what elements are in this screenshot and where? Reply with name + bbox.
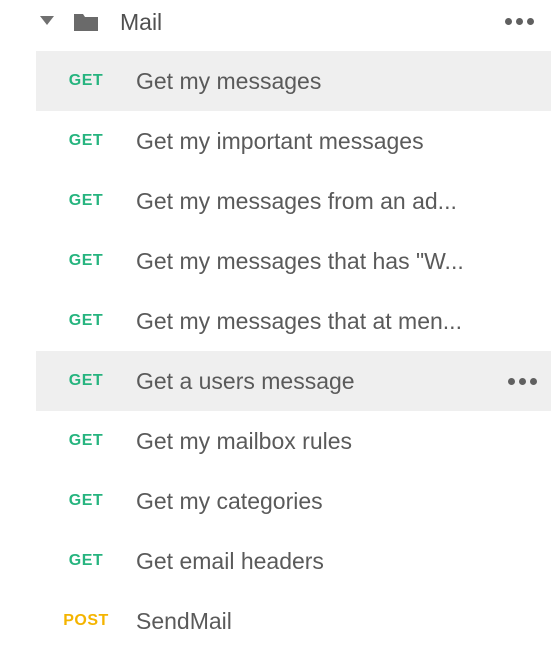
request-item-get-my-messages-that-has[interactable]: GET Get my messages that has "W... bbox=[36, 231, 551, 291]
method-badge: GET bbox=[68, 312, 104, 329]
method-badge: GET bbox=[68, 372, 104, 389]
caret-down-icon[interactable] bbox=[40, 16, 54, 25]
request-item-get-my-important-messages[interactable]: GET Get my important messages bbox=[36, 111, 551, 171]
method-badge: GET bbox=[68, 492, 104, 509]
request-item-get-my-mailbox-rules[interactable]: GET Get my mailbox rules bbox=[36, 411, 551, 471]
folder-icon bbox=[74, 14, 98, 31]
request-more-options-icon[interactable] bbox=[508, 378, 537, 385]
request-name: Get my messages that has "W... bbox=[136, 248, 464, 274]
request-item-get-my-messages-that-at-mention[interactable]: GET Get my messages that at men... bbox=[36, 291, 551, 351]
request-name: Get email headers bbox=[136, 548, 324, 574]
request-name: SendMail bbox=[136, 608, 232, 634]
method-badge: GET bbox=[68, 192, 104, 209]
request-name: Get my mailbox rules bbox=[136, 428, 353, 454]
request-list: GET Get my messages GET Get my important… bbox=[36, 51, 551, 651]
request-name: Get my categories bbox=[136, 488, 323, 514]
method-badge: GET bbox=[68, 72, 104, 89]
request-name: Get my messages from an ad... bbox=[136, 188, 457, 214]
method-badge: GET bbox=[68, 132, 104, 149]
request-name: Get a users message bbox=[136, 368, 355, 394]
request-name: Get my important messages bbox=[136, 128, 424, 154]
folder-more-options-icon[interactable] bbox=[505, 18, 534, 25]
folder-title: Mail bbox=[120, 9, 163, 35]
request-item-sendmail[interactable]: POST SendMail bbox=[36, 591, 551, 651]
method-badge: GET bbox=[68, 252, 104, 269]
request-item-get-my-categories[interactable]: GET Get my categories bbox=[36, 471, 551, 531]
request-name: Get my messages bbox=[136, 68, 322, 94]
request-item-get-my-messages-from-an-address[interactable]: GET Get my messages from an ad... bbox=[36, 171, 551, 231]
folder-row-mail[interactable]: Mail bbox=[0, 0, 556, 45]
request-name: Get my messages that at men... bbox=[136, 308, 462, 334]
method-badge: GET bbox=[68, 552, 104, 569]
method-badge: POST bbox=[63, 612, 109, 629]
request-item-get-a-users-message[interactable]: GET Get a users message bbox=[36, 351, 551, 411]
request-item-get-my-messages[interactable]: GET Get my messages bbox=[36, 51, 551, 111]
request-item-get-email-headers[interactable]: GET Get email headers bbox=[36, 531, 551, 591]
method-badge: GET bbox=[68, 432, 104, 449]
